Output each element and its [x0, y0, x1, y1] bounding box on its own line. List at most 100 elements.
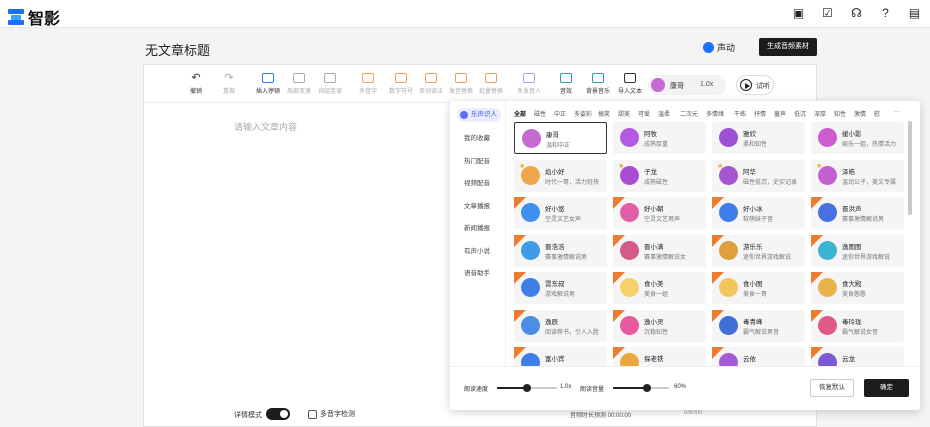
- voice-tag[interactable]: 声动: [703, 41, 735, 54]
- style-tab[interactable]: 童声: [774, 109, 786, 118]
- category-item[interactable]: 热门配音: [464, 155, 490, 165]
- polyphone-check[interactable]: 多音字检测: [308, 409, 355, 419]
- voice-desc: 美食憨憨: [842, 292, 867, 298]
- voice-card[interactable]: ★ 泽皓 温润公子，美文专属: [811, 159, 904, 192]
- voice-card[interactable]: 霓东叔 游戏解说男: [514, 272, 607, 304]
- voice-card[interactable]: 逸小灵 沉稳知性: [613, 309, 706, 342]
- volume-knob[interactable]: [642, 384, 651, 392]
- sound-effect-button[interactable]: 音效: [560, 73, 572, 95]
- voice-avatar: [521, 203, 540, 222]
- voice-card[interactable]: 晋小满 赛事激情解说女: [613, 234, 706, 267]
- category-item[interactable]: 文章播报: [464, 200, 490, 210]
- voice-card[interactable]: 阿牧 成熟厚重: [613, 122, 706, 154]
- voice-card[interactable]: 食小美 美食一姐: [613, 272, 706, 304]
- style-tab[interactable]: 激情: [854, 109, 866, 118]
- voice-avatar: [521, 240, 540, 260]
- style-tab[interactable]: 深厚: [814, 109, 826, 118]
- bg-music-button[interactable]: 背景音乐: [586, 73, 610, 95]
- undo-button[interactable]: ↶ 撤销: [190, 73, 202, 96]
- voice-card[interactable]: 好小悠 空灵文艺女声: [514, 197, 607, 229]
- voice-desc: 霸气解说男音: [743, 329, 780, 336]
- style-tab[interactable]: 全部: [514, 109, 526, 118]
- voice-card[interactable]: 云龙: [811, 347, 904, 366]
- task-icon[interactable]: ☑: [820, 6, 835, 21]
- style-tab[interactable]: 二次元: [680, 109, 698, 118]
- continuous-read-button[interactable]: 词组连读: [318, 73, 342, 95]
- style-tab[interactable]: 多情绪: [706, 109, 724, 118]
- voice-card[interactable]: 食大殿 美食憨憨: [811, 272, 904, 304]
- style-tab[interactable]: 低沉: [794, 109, 806, 118]
- message-icon[interactable]: ▤: [907, 6, 922, 21]
- style-tab[interactable]: ···: [894, 109, 900, 115]
- category-item[interactable]: 有声小说: [464, 245, 490, 255]
- style-tab[interactable]: 可爱: [638, 109, 650, 118]
- voice-card[interactable]: ★ 焰小好 时代一哥，活力轻快: [514, 159, 607, 192]
- voice-card[interactable]: 富小宾: [514, 347, 607, 366]
- listen-button[interactable]: 试听: [736, 75, 774, 95]
- batch-replace-button[interactable]: 批量替换: [479, 73, 503, 95]
- confirm-button[interactable]: 确定: [864, 379, 909, 397]
- local-speed-button[interactable]: 局部变速: [287, 73, 311, 95]
- voice-card[interactable]: 晋浩浩 赛事激情解说男: [514, 234, 607, 267]
- voice-name: 泽皓: [842, 168, 855, 176]
- style-tab[interactable]: 搞笑: [598, 109, 610, 118]
- monitor-icon[interactable]: ▣: [791, 6, 806, 21]
- help-icon[interactable]: ?: [878, 6, 893, 21]
- voice-name: 食大殿: [842, 281, 862, 288]
- voice-avatar: [719, 278, 738, 297]
- voice-card[interactable]: 食小图 美食一哥: [712, 272, 805, 304]
- category-item[interactable]: 新闻播报: [464, 222, 490, 232]
- voice-card[interactable]: 游乐乐 迷你世界游戏解说: [712, 234, 805, 267]
- voice-card[interactable]: 好小冰 软萌妹子音: [712, 197, 805, 229]
- voice-card[interactable]: 雅欣 柔和知性: [712, 122, 805, 154]
- style-tab[interactable]: 抒情: [754, 109, 766, 118]
- import-text-button[interactable]: 导入文本: [618, 73, 642, 95]
- article-input[interactable]: 请输入文章内容: [234, 120, 297, 133]
- voice-card[interactable]: 逸辰 阅读荐书，引人入胜: [514, 309, 607, 342]
- voice-card[interactable]: 逸图图 迷你世界游戏解说: [811, 234, 904, 267]
- scrollbar[interactable]: [908, 121, 912, 215]
- voice-card[interactable]: 缓小影 娱乐一姐，热情活力: [811, 122, 904, 154]
- voice-card[interactable]: 毒青峰 霸气解说男音: [712, 309, 805, 342]
- style-tab[interactable]: 慰: [874, 109, 880, 118]
- voice-card[interactable]: 康哥 温和中正: [514, 122, 607, 154]
- headset-icon[interactable]: ☊: [849, 6, 864, 21]
- voice-desc: 霸气解说女音: [842, 329, 879, 336]
- speaker-selector[interactable]: 康哥 1.0x: [648, 75, 726, 95]
- volume-slider[interactable]: [613, 384, 669, 392]
- style-tab[interactable]: 干练: [734, 109, 746, 118]
- category-active[interactable]: 乐声识人: [457, 108, 501, 122]
- voice-avatar: [719, 315, 738, 335]
- word-read-button[interactable]: 单词读法: [419, 73, 443, 95]
- style-tab[interactable]: 知性: [834, 109, 846, 118]
- style-tab[interactable]: 甜美: [618, 109, 630, 118]
- multi-speaker-button[interactable]: 多发音人: [517, 73, 541, 95]
- style-tab[interactable]: 中正: [554, 109, 566, 118]
- voice-card[interactable]: 毒玲珑 霸气解说女音: [811, 309, 904, 342]
- category-item[interactable]: 我的收藏: [464, 132, 490, 142]
- detail-mode-label: 详情模式: [234, 412, 262, 419]
- document-title[interactable]: 无文章标题: [145, 40, 210, 59]
- generate-audio-button[interactable]: 生成音频素材: [759, 38, 817, 56]
- voice-card[interactable]: 探老铁: [613, 347, 706, 366]
- redo-button[interactable]: ↷ 重做: [223, 73, 235, 96]
- voice-card[interactable]: 好小朝 空灵文艺男声: [613, 197, 706, 229]
- speed-slider[interactable]: [497, 384, 557, 392]
- style-tab[interactable]: 多姿彩: [574, 109, 592, 118]
- reset-default-button[interactable]: 恢复默认: [810, 379, 854, 397]
- voice-card[interactable]: 晋洪声 赛事激情解说男: [811, 197, 904, 229]
- voice-card[interactable]: ★ 阿华 磁性低沉，史实记录: [712, 159, 805, 192]
- category-item[interactable]: 视频配音: [464, 177, 490, 187]
- insert-pause-button[interactable]: 插入停顿: [256, 73, 280, 95]
- number-symbol-button[interactable]: 数字符号: [389, 73, 413, 95]
- category-item[interactable]: 语音助手: [464, 267, 490, 277]
- style-tab[interactable]: 温柔: [658, 109, 670, 118]
- detail-mode-toggle[interactable]: [266, 408, 290, 420]
- app-logo[interactable]: 智影: [8, 5, 60, 29]
- pronunciation-replace-button[interactable]: 发音替换: [449, 73, 473, 95]
- voice-card[interactable]: ★ 子龙 成熟磁性: [613, 159, 706, 192]
- voice-card[interactable]: 云依: [712, 347, 805, 366]
- polyphone-button[interactable]: 多音字: [359, 73, 377, 95]
- style-tab[interactable]: 磁性: [534, 109, 546, 118]
- speed-knob[interactable]: [523, 384, 531, 392]
